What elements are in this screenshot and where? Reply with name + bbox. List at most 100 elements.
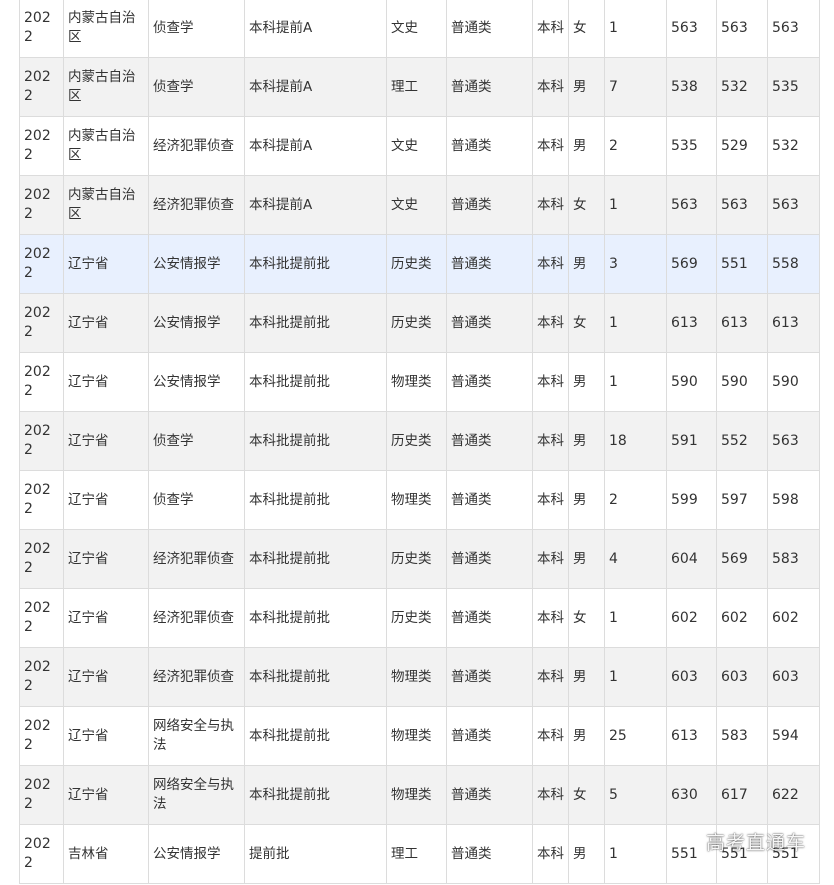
gender-cell: 女 [568,175,605,235]
level-cell: 本科 [532,470,569,530]
count-cell: 1 [604,0,667,58]
max-score-cell: 591 [666,411,717,471]
level-cell: 本科 [532,824,569,884]
max-score-cell: 569 [666,234,717,294]
max-score-cell: 538 [666,57,717,117]
major-cell: 经济犯罪侦查 [148,529,245,589]
gender-cell: 男 [568,57,605,117]
count-cell: 1 [604,293,667,353]
min-score-cell: 603 [716,647,768,707]
level-cell: 本科 [532,529,569,589]
subject-cell: 文史 [386,0,447,58]
count-cell: 5 [604,765,667,825]
gender-cell: 男 [568,352,605,412]
type-cell: 普通类 [446,824,533,884]
province-cell: 辽宁省 [63,647,149,707]
subject-cell: 物理类 [386,706,447,766]
major-cell: 经济犯罪侦查 [148,175,245,235]
max-score-cell: 604 [666,529,717,589]
min-score-cell: 563 [716,0,768,58]
gender-cell: 女 [568,293,605,353]
year-cell: 2022 [19,352,64,412]
subject-cell: 历史类 [386,293,447,353]
batch-cell: 本科提前A [244,57,387,117]
major-cell: 经济犯罪侦查 [148,647,245,707]
batch-cell: 本科批提前批 [244,352,387,412]
major-cell: 侦查学 [148,411,245,471]
min-score-cell: 551 [716,234,768,294]
table-row: 2022 内蒙古自治区 侦查学 本科提前A 文史 普通类 本科女 1 563 563 563 [19,0,820,58]
avg-score-cell: 622 [767,765,820,825]
avg-score-cell: 563 [767,411,820,471]
min-score-cell: 583 [716,706,768,766]
major-cell: 公安情报学 [148,824,245,884]
batch-cell: 本科批提前批 [244,765,387,825]
min-score-cell: 602 [716,588,768,648]
batch-cell: 本科提前A [244,116,387,176]
min-score-cell: 590 [716,352,768,412]
batch-cell: 本科批提前批 [244,588,387,648]
province-cell: 辽宁省 [63,411,149,471]
major-cell: 公安情报学 [148,293,245,353]
major-cell: 经济犯罪侦查 [148,116,245,176]
min-score-cell: 529 [716,116,768,176]
table-row: 2022 辽宁省 网络安全与执法 本科批提前批 物理类 普通类 本科男 25 613 583 594 [19,706,820,766]
type-cell: 普通类 [446,293,533,353]
level-cell: 本科 [532,706,569,766]
gender-cell: 男 [568,529,605,589]
province-cell: 辽宁省 [63,588,149,648]
level-cell: 本科 [532,0,569,58]
province-cell: 内蒙古自治区 [63,116,149,176]
max-score-cell: 563 [666,0,717,58]
table-row: 2022 辽宁省 侦查学 本科批提前批 历史类 普通类 本科男 18 591 552 563 [19,411,820,471]
province-cell: 内蒙古自治区 [63,57,149,117]
province-cell: 辽宁省 [63,234,149,294]
avg-score-cell: 603 [767,647,820,707]
min-score-cell: 552 [716,411,768,471]
avg-score-cell: 583 [767,529,820,589]
table-row: 2022 内蒙古自治区 经济犯罪侦查 本科提前A 文史 普通类 本科女 1 563 563 563 [19,175,820,235]
table-body: 2022 内蒙古自治区 侦查学 本科提前A 文史 普通类 本科女 1 563 563 563 2022… [19,0,820,884]
level-cell: 本科 [532,647,569,707]
major-cell: 侦查学 [148,57,245,117]
count-cell: 1 [604,647,667,707]
table-row: 2022 吉林省 公安情报学 提前批 理工 普通类 本科男 1 551 551 551 [19,824,820,884]
table-row: 2022 辽宁省 公安情报学 本科批提前批 历史类 普通类 本科男 3 569 551 558 [19,234,820,294]
province-cell: 辽宁省 [63,470,149,530]
level-cell: 本科 [532,352,569,412]
avg-score-cell: 594 [767,706,820,766]
year-cell: 2022 [19,293,64,353]
type-cell: 普通类 [446,765,533,825]
max-score-cell: 599 [666,470,717,530]
count-cell: 3 [604,234,667,294]
max-score-cell: 535 [666,116,717,176]
min-score-cell: 569 [716,529,768,589]
year-cell: 2022 [19,57,64,117]
type-cell: 普通类 [446,352,533,412]
batch-cell: 本科批提前批 [244,647,387,707]
level-cell: 本科 [532,234,569,294]
type-cell: 普通类 [446,116,533,176]
max-score-cell: 602 [666,588,717,648]
major-cell: 公安情报学 [148,352,245,412]
level-cell: 本科 [532,293,569,353]
min-score-cell: 532 [716,57,768,117]
max-score-cell: 590 [666,352,717,412]
avg-score-cell: 598 [767,470,820,530]
type-cell: 普通类 [446,234,533,294]
gender-cell: 女 [568,588,605,648]
avg-score-cell: 590 [767,352,820,412]
year-cell: 2022 [19,470,64,530]
type-cell: 普通类 [446,706,533,766]
subject-cell: 物理类 [386,647,447,707]
year-cell: 2022 [19,175,64,235]
table-row: 2022 辽宁省 经济犯罪侦查 本科批提前批 历史类 普通类 本科男 4 604 569 583 [19,529,820,589]
gender-cell: 男 [568,116,605,176]
subject-cell: 历史类 [386,588,447,648]
year-cell: 2022 [19,529,64,589]
avg-score-cell: 602 [767,588,820,648]
gender-cell: 男 [568,234,605,294]
avg-score-cell: 613 [767,293,820,353]
batch-cell: 本科提前A [244,175,387,235]
year-cell: 2022 [19,647,64,707]
